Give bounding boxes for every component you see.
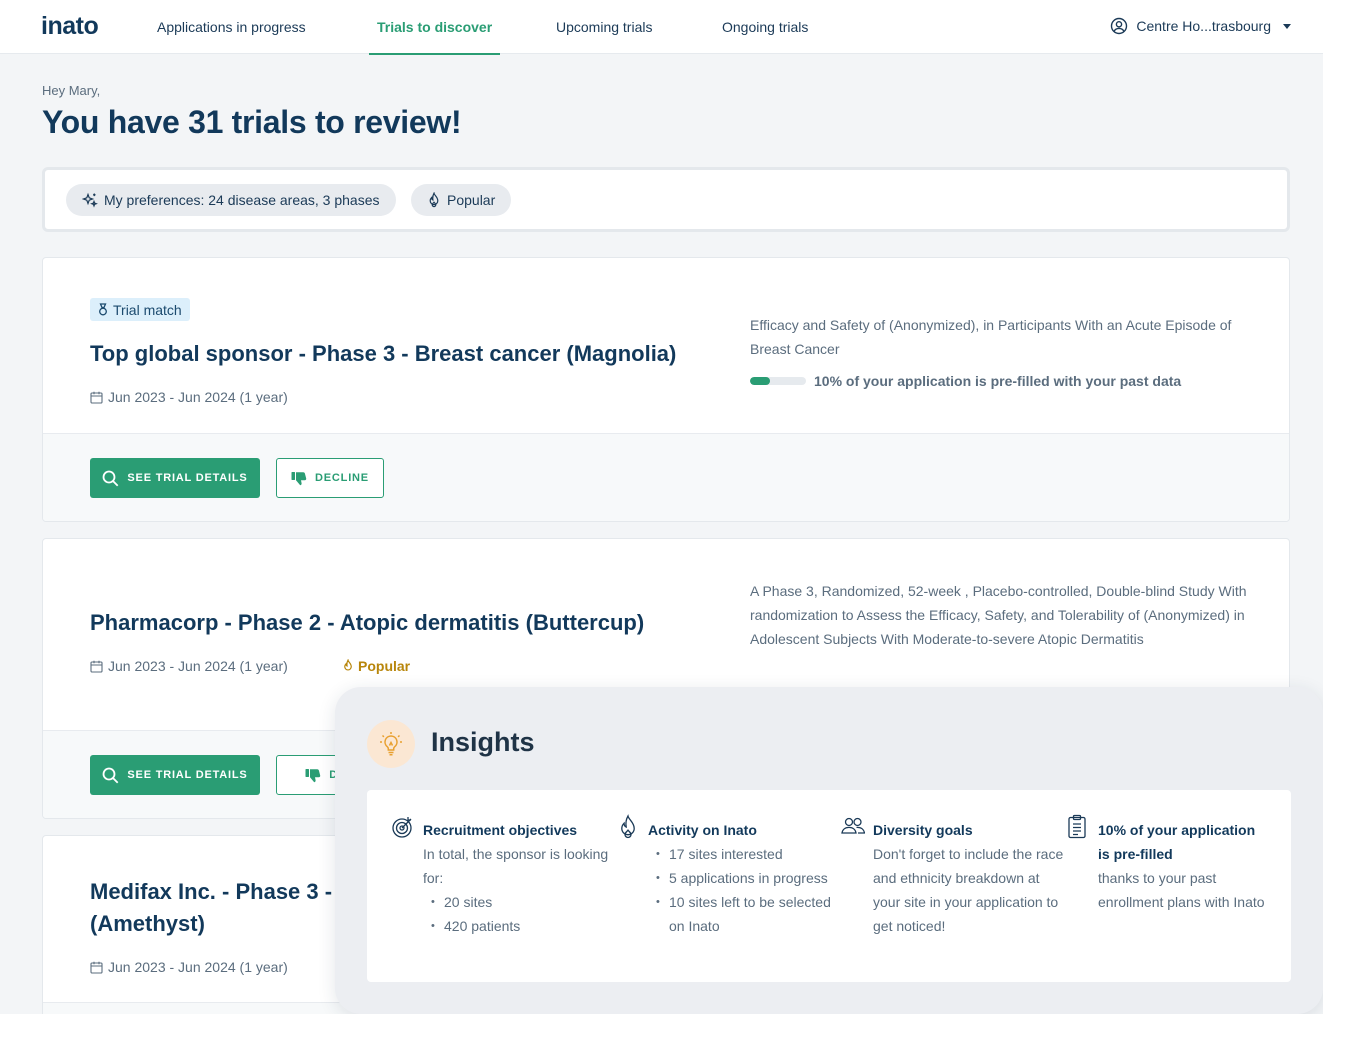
center-selector[interactable]: Centre Ho...trasbourg — [1110, 17, 1291, 35]
calendar-icon — [90, 391, 103, 404]
center-name: Centre Ho...trasbourg — [1136, 18, 1271, 34]
button-label: SEE TRIAL DETAILS — [127, 769, 248, 781]
trial-title-line: (Amethyst) — [90, 911, 205, 936]
insight-heading: Activity on Inato — [648, 822, 757, 838]
calendar-icon — [90, 660, 103, 673]
list-item: 20 sites — [431, 890, 618, 914]
diversity-goals: Diversity goals Don't forget to include … — [841, 817, 1068, 938]
filter-bar: My preferences: 24 disease areas, 3 phas… — [42, 167, 1290, 232]
list-item: 420 patients — [431, 914, 618, 938]
date-range: Jun 2023 - Jun 2024 (1 year) — [108, 658, 288, 674]
trial-dates: Jun 2023 - Jun 2024 (1 year) — [90, 389, 288, 405]
chip-label: Popular — [447, 192, 496, 208]
tab-label: Trials to discover — [377, 19, 493, 35]
list-item: 17 sites interested — [656, 842, 843, 866]
button-label: DECLINE — [315, 472, 369, 484]
popular-chip[interactable]: Popular — [411, 184, 512, 216]
see-trial-details-button[interactable]: SEE TRIAL DETAILS — [90, 458, 260, 498]
prefill-progress: 10% of your application is pre-filled wi… — [750, 373, 1181, 389]
tab-label: Upcoming trials — [556, 19, 653, 35]
chip-label: My preferences: 24 disease areas, 3 phas… — [104, 192, 380, 208]
flame-icon — [621, 814, 635, 839]
greeting: Hey Mary, — [42, 83, 101, 98]
tab-upcoming-trials[interactable]: Upcoming trials — [556, 0, 652, 54]
search-icon — [103, 767, 119, 783]
decline-button[interactable]: DECLINE — [276, 458, 384, 498]
page-title: You have 31 trials to review! — [42, 104, 462, 140]
date-range: Jun 2023 - Jun 2024 (1 year) — [108, 389, 288, 405]
insight-heading: Diversity goals — [873, 822, 973, 838]
preferences-chip[interactable]: My preferences: 24 disease areas, 3 phas… — [66, 184, 396, 216]
trial-dates: Jun 2023 - Jun 2024 (1 year) — [90, 658, 288, 674]
user-circle-icon — [1111, 17, 1128, 35]
calendar-icon — [90, 961, 103, 974]
insight-list: 20 sites 420 patients — [423, 890, 618, 938]
people-icon — [841, 817, 865, 834]
flame-icon — [429, 192, 439, 208]
tab-applications-in-progress[interactable]: Applications in progress — [157, 0, 306, 54]
insight-text: Don't forget to include the race and eth… — [873, 846, 1064, 934]
trial-description: A Phase 3, Randomized, 52-week , Placebo… — [750, 583, 1247, 647]
thumbs-down-icon — [291, 471, 307, 485]
progress-bar — [750, 377, 806, 385]
chevron-down-icon — [1283, 23, 1291, 29]
button-label: SEE TRIAL DETAILS — [127, 472, 248, 484]
recruitment-objectives: Recruitment objectives In total, the spo… — [392, 817, 618, 938]
insight-text: In total, the sponsor is looking for: — [423, 846, 609, 886]
thumbs-down-icon — [305, 768, 321, 782]
insight-heading: 10% of your application is pre-filled — [1098, 822, 1256, 862]
insight-list: 17 sites interested 5 applications in pr… — [648, 842, 843, 938]
insights-title: Insights — [431, 727, 535, 757]
list-item: 10 sites left to be selected on Inato — [656, 890, 843, 938]
active-tab-indicator — [369, 53, 501, 55]
tab-ongoing-trials[interactable]: Ongoing trials — [722, 0, 808, 54]
inato-logo[interactable]: inato — [41, 12, 99, 41]
list-item: 5 applications in progress — [656, 866, 843, 890]
popular-badge: Popular — [342, 658, 410, 674]
sparkles-icon — [82, 192, 98, 208]
card-actions: SEE TRIAL DETAILS DECLINE — [43, 433, 1289, 521]
medal-icon — [99, 303, 107, 316]
trial-title[interactable]: Pharmacorp - Phase 2 - Atopic dermatitis… — [90, 607, 644, 639]
activity-on-inato: Activity on Inato 17 sites interested 5 … — [621, 814, 843, 938]
tab-label: Ongoing trials — [722, 19, 809, 35]
lightbulb-icon — [367, 720, 415, 768]
trial-title[interactable]: Medifax Inc. - Phase 3 - (Amethyst) — [90, 876, 332, 940]
insights-content: Recruitment objectives In total, the spo… — [367, 790, 1291, 982]
trial-title-line: Medifax Inc. - Phase 3 - — [90, 879, 333, 904]
app-window: inato Applications in progress Trials to… — [0, 0, 1323, 1014]
see-trial-details-button[interactable]: SEE TRIAL DETAILS — [90, 755, 260, 795]
insight-heading: Recruitment objectives — [423, 822, 578, 838]
search-icon — [103, 470, 119, 486]
tab-trials-to-discover[interactable]: Trials to discover — [369, 0, 501, 55]
trial-match-badge: Trial match — [90, 298, 190, 321]
trial-card: Trial match Top global sponsor - Phase 3… — [42, 257, 1290, 522]
date-range: Jun 2023 - Jun 2024 (1 year) — [108, 959, 288, 975]
trial-title[interactable]: Top global sponsor - Phase 3 - Breast ca… — [90, 338, 676, 370]
popular-label: Popular — [358, 658, 411, 674]
target-icon — [392, 817, 412, 838]
trial-dates: Jun 2023 - Jun 2024 (1 year) — [90, 959, 288, 975]
badge-label: Trial match — [113, 301, 182, 318]
tab-label: Applications in progress — [157, 19, 306, 35]
clipboard-icon — [1068, 814, 1086, 839]
progress-bar-fill — [750, 377, 770, 385]
insights-panel: Insights Recruitment objectives In total… — [335, 687, 1323, 1014]
insight-text: thanks to your past enrollment plans wit… — [1098, 870, 1265, 910]
flame-icon — [344, 659, 352, 671]
top-navigation: inato Applications in progress Trials to… — [0, 0, 1323, 55]
trial-description: Efficacy and Safety of (Anonymized), in … — [750, 317, 1232, 357]
prefilled-application: 10% of your application is pre-filled th… — [1068, 814, 1268, 914]
prefill-text: 10% of your application is pre-filled wi… — [814, 373, 1182, 389]
